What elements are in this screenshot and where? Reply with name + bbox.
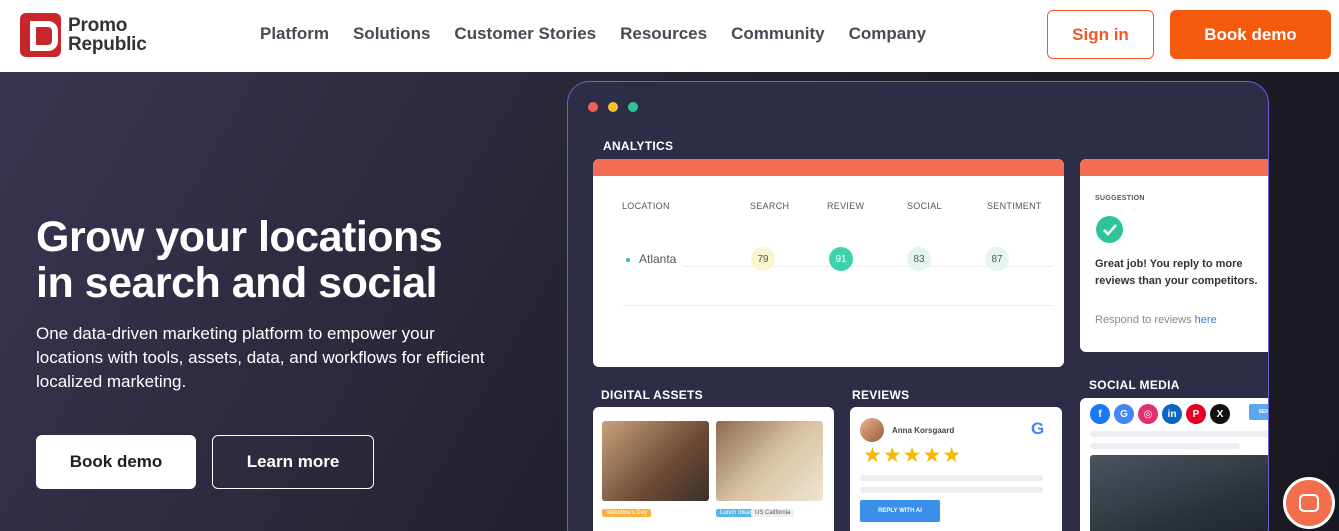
suggestion-link-row: Respond to reviews here [1095, 314, 1217, 326]
reviewer-name: Anna Korsgaard [892, 426, 955, 435]
send-post-button[interactable]: SEND POST [1249, 404, 1268, 420]
close-dot-icon [588, 102, 598, 112]
suggestion-link-prefix: Respond to reviews [1095, 314, 1192, 326]
book-demo-header-button[interactable]: Book demo [1170, 10, 1331, 59]
col-search: SEARCH [750, 201, 790, 211]
dashboard-preview-window: ANALYTICS LOCATION SEARCH REVIEW SOCIAL … [567, 81, 1269, 531]
suggestion-label: SUGGESTION [1095, 195, 1145, 202]
post-image [1090, 455, 1268, 531]
analytics-label: ANALYTICS [603, 139, 674, 153]
google-icon: G [1031, 419, 1045, 438]
hero-title: Grow your locations in search and social [36, 214, 556, 306]
linkedin-icon[interactable]: in [1162, 404, 1182, 424]
check-icon [1096, 216, 1123, 243]
suggestion-text: Great job! You reply to more reviews tha… [1095, 258, 1258, 287]
post-text-line-1 [1090, 431, 1268, 437]
chat-icon [1299, 494, 1319, 512]
main-nav: Platform Solutions Customer Stories Reso… [260, 24, 926, 44]
analytics-card-topbar [593, 159, 1064, 176]
window-dots [588, 102, 638, 112]
review-text-line-1 [860, 475, 1043, 481]
logo-mark-icon [20, 13, 61, 57]
logo-wordmark: Promo Republic [68, 16, 147, 54]
social-media-card: f G ◎ in P X SEND POST [1080, 398, 1268, 531]
analytics-card: LOCATION SEARCH REVIEW SOCIAL SENTIMENT … [593, 159, 1064, 367]
reply-with-ai-button[interactable]: REPLY WITH AI [860, 500, 940, 522]
review-text-line-2 [860, 487, 1043, 493]
promo-republic-logo[interactable]: Promo Republic [20, 13, 147, 57]
asset-image-lunch[interactable] [716, 421, 823, 501]
tag-valentines: Valentine's Day [602, 509, 652, 517]
top-header: Promo Republic Platform Solutions Custom… [0, 0, 1339, 72]
suggestion-card-topbar [1080, 159, 1268, 176]
nav-solutions[interactable]: Solutions [353, 24, 430, 44]
logo-text-line1: Promo [68, 15, 128, 36]
score-search: 79 [751, 247, 775, 271]
facebook-icon[interactable]: f [1090, 404, 1110, 424]
digital-assets-label: DIGITAL ASSETS [601, 388, 703, 402]
instagram-icon[interactable]: ◎ [1138, 404, 1158, 424]
nav-community[interactable]: Community [731, 24, 825, 44]
col-location: LOCATION [622, 201, 670, 211]
reviews-card: Anna Korsgaard G ★★★★★ REPLY WITH AI [850, 407, 1062, 531]
logo-text-line2: Republic [68, 34, 147, 55]
score-sentiment: 87 [985, 247, 1009, 271]
nav-customer-stories[interactable]: Customer Stories [454, 24, 596, 44]
maximize-dot-icon [628, 102, 638, 112]
reviews-label: REVIEWS [852, 388, 910, 402]
tag-us-california: US California [751, 509, 795, 517]
asset-image-dinner[interactable] [602, 421, 709, 501]
row-divider-2 [622, 305, 1054, 306]
post-text-line-2 [1090, 443, 1240, 449]
nav-platform[interactable]: Platform [260, 24, 329, 44]
sign-in-button[interactable]: Sign in [1047, 10, 1154, 59]
hero-section: Grow your locations in search and social… [0, 72, 1339, 531]
pinterest-icon[interactable]: P [1186, 404, 1206, 424]
reviewer-avatar [860, 418, 884, 442]
learn-more-button[interactable]: Learn more [212, 435, 374, 489]
col-review: REVIEW [827, 201, 865, 211]
hero-title-line2: in search and social [36, 259, 438, 307]
rating-stars: ★★★★★ [863, 444, 963, 467]
book-demo-hero-button[interactable]: Book demo [36, 435, 196, 489]
google-icon[interactable]: G [1114, 404, 1134, 424]
nav-company[interactable]: Company [849, 24, 926, 44]
row-bullet [626, 258, 630, 262]
col-social: SOCIAL [907, 201, 942, 211]
digital-assets-card: Valentine's Day Lunch Ideas US Californi… [593, 407, 834, 531]
minimize-dot-icon [608, 102, 618, 112]
score-review: 91 [829, 247, 853, 271]
hero-title-line1: Grow your locations [36, 213, 443, 261]
respond-here-link[interactable]: here [1195, 314, 1217, 326]
social-icons: f G ◎ in P X [1090, 404, 1230, 424]
nav-resources[interactable]: Resources [620, 24, 707, 44]
suggestion-card: SUGGESTION Great job! You reply to more … [1080, 159, 1268, 352]
col-sentiment: SENTIMENT [987, 201, 1042, 211]
score-social: 83 [907, 247, 931, 271]
chat-widget-button[interactable] [1283, 477, 1335, 529]
social-media-label: SOCIAL MEDIA [1089, 378, 1180, 392]
hero-subtitle: One data-driven marketing platform to em… [36, 324, 485, 391]
row-location: Atlanta [639, 252, 677, 266]
x-twitter-icon[interactable]: X [1210, 404, 1230, 424]
